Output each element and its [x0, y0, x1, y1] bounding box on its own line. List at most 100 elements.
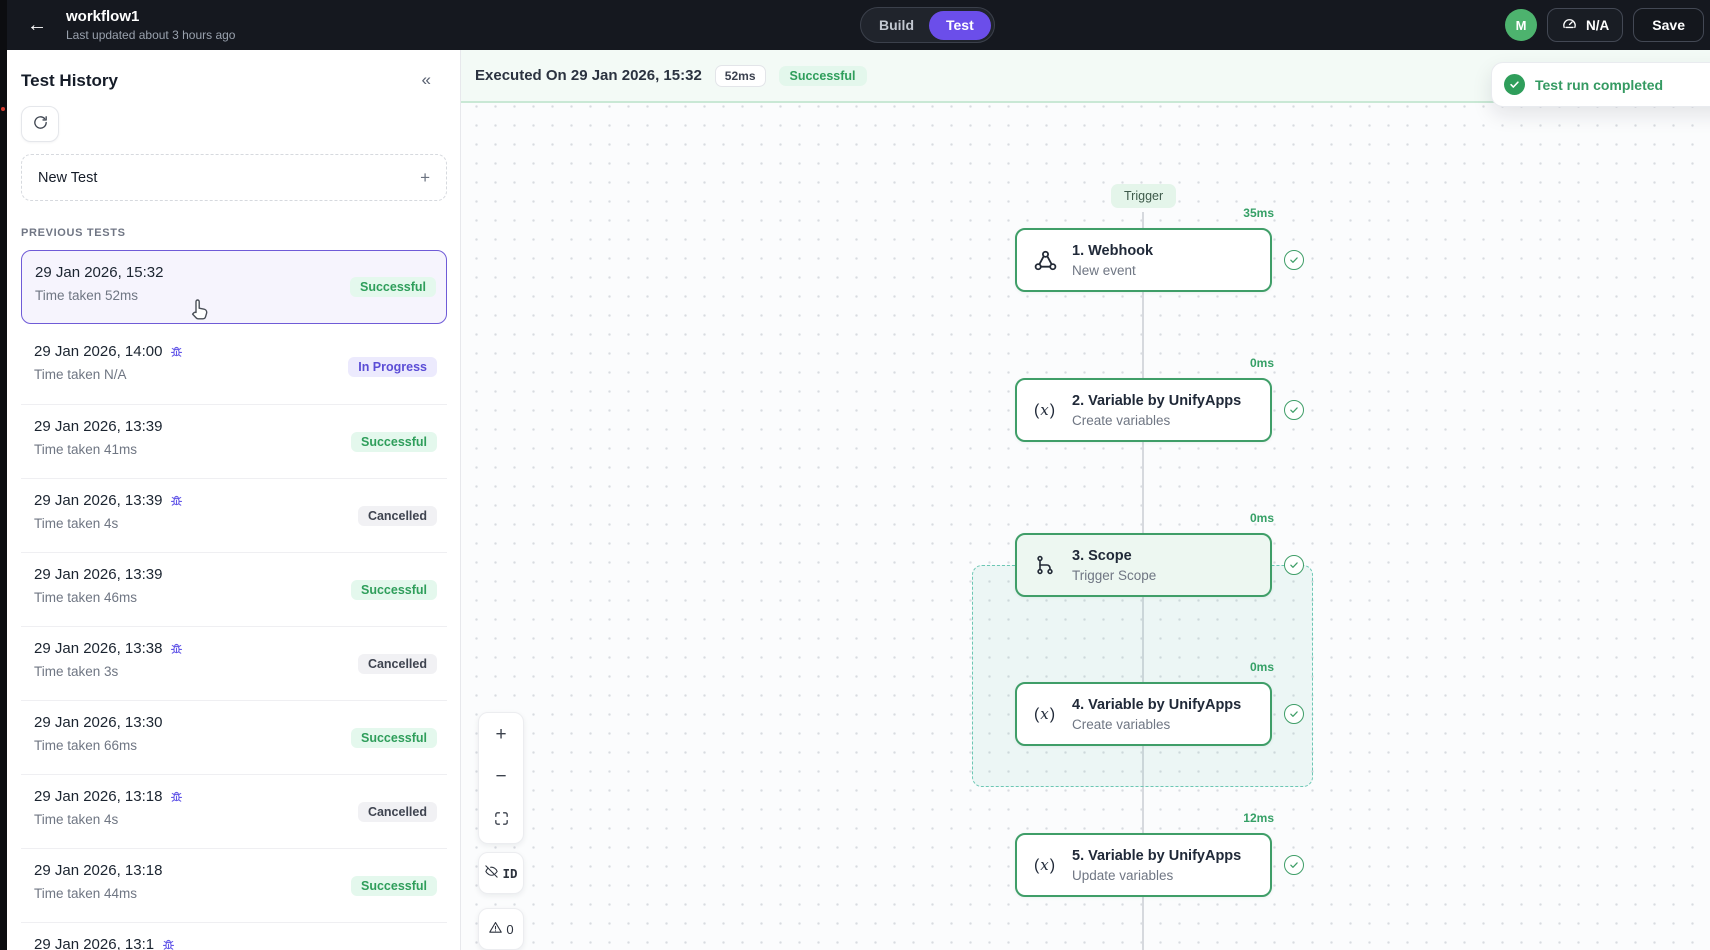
test-history-item[interactable]: 29 Jan 2026, 13:39 Time taken 41ms Succe… — [21, 404, 447, 478]
last-updated-text: Last updated about 3 hours ago — [66, 28, 236, 42]
variable-icon: (x) — [1033, 400, 1057, 419]
test-history-item[interactable]: 29 Jan 2026, 13:39 Time taken 46ms Succe… — [21, 552, 447, 626]
node-icon: (x) — [1030, 856, 1060, 875]
toast-label: Test run completed — [1535, 76, 1664, 93]
node-icon: (x) — [1030, 705, 1060, 724]
collapse-panel-button[interactable]: « — [422, 71, 447, 88]
node-duration: 35ms — [1243, 206, 1274, 220]
workflow-canvas[interactable]: Trigger 35ms 1. Webhook New event 0ms (x… — [461, 50, 1710, 950]
new-test-button[interactable]: New Test + — [21, 154, 447, 201]
node-title: 3. Scope — [1072, 547, 1132, 564]
node-success-check-icon — [1284, 555, 1304, 575]
build-test-toggle: Build Test — [860, 7, 995, 43]
node-subtitle: Create variables — [1072, 716, 1171, 732]
bug-icon — [169, 789, 184, 804]
scope-icon — [1037, 555, 1053, 575]
workflow-title: workflow1 — [66, 8, 140, 25]
check-circle-icon — [1504, 74, 1525, 95]
node-subtitle: Create variables — [1072, 412, 1171, 428]
test-history-item[interactable]: 29 Jan 2026, 13:18 Time taken 44ms Succe… — [21, 848, 447, 922]
test-history-item[interactable]: 29 Jan 2026, 13:30 Time taken 66ms Succe… — [21, 700, 447, 774]
node-card[interactable]: (x) 4. Variable by UnifyApps Create vari… — [1015, 682, 1272, 746]
node-duration: 0ms — [1249, 660, 1274, 674]
new-test-label: New Test — [38, 169, 98, 186]
status-badge: Successful — [350, 727, 437, 748]
node-card[interactable]: 1. Webhook New event — [1015, 228, 1272, 292]
node-icon: (x) — [1030, 401, 1060, 420]
node-subtitle: Update variables — [1072, 867, 1174, 883]
test-history-item[interactable]: 29 Jan 2026, 14:00 Time taken N/A In Pro… — [21, 330, 447, 404]
status-badge: Cancelled — [357, 653, 437, 674]
tab-test[interactable]: Test — [929, 10, 991, 40]
workflow-node: 0ms (x) 2. Variable by UnifyApps Create … — [1015, 356, 1315, 444]
workflow-node: 35ms 1. Webhook New event — [1015, 206, 1315, 294]
zoom-controls: + − — [478, 712, 524, 844]
bug-icon — [161, 937, 176, 950]
test-history-item[interactable]: 29 Jan 2026, 13:1 — [21, 922, 447, 950]
topbar: ← workflow1 Last updated about 3 hours a… — [0, 0, 1710, 50]
test-history-item[interactable]: 29 Jan 2026, 15:32 Time taken 52ms Succe… — [21, 250, 447, 324]
status-badge: Successful — [350, 579, 437, 600]
eye-off-icon — [484, 864, 499, 882]
node-success-check-icon — [1284, 400, 1304, 420]
zoom-in-button[interactable]: + — [495, 725, 506, 744]
node-title: 2. Variable by UnifyApps — [1072, 392, 1242, 409]
toast-notification: Test run completed — [1491, 62, 1710, 107]
bug-icon — [169, 344, 184, 359]
status-badge: Successful — [350, 875, 437, 896]
test-history-panel: Test History « New Test + PREVIOUS TESTS… — [7, 50, 461, 950]
node-duration: 0ms — [1249, 511, 1274, 525]
node-card[interactable]: (x) 2. Variable by UnifyApps Create vari… — [1015, 378, 1272, 442]
node-success-check-icon — [1284, 855, 1304, 875]
node-success-check-icon — [1284, 704, 1304, 724]
test-history-item[interactable]: 29 Jan 2026, 13:38 Time taken 3s Cancell… — [21, 626, 447, 700]
fit-view-button[interactable] — [493, 810, 510, 831]
node-duration: 12ms — [1243, 811, 1274, 825]
previous-tests-label: PREVIOUS TESTS — [21, 227, 126, 239]
warnings-button[interactable]: 0 — [478, 908, 524, 950]
workflow-titles: workflow1 Last updated about 3 hours ago — [66, 8, 235, 42]
execution-status-badge: Successful — [778, 65, 867, 86]
node-icon — [1030, 553, 1060, 577]
back-button[interactable]: ← — [27, 15, 47, 35]
toggle-id-button[interactable]: ID — [478, 852, 524, 894]
refresh-icon — [32, 114, 49, 134]
status-badge: Cancelled — [357, 801, 437, 822]
window-edge — [0, 0, 7, 950]
test-history-item[interactable]: 29 Jan 2026, 13:39 Time taken 4s Cancell… — [21, 478, 447, 552]
tab-build[interactable]: Build — [864, 17, 929, 33]
node-title: 5. Variable by UnifyApps — [1072, 847, 1242, 864]
save-button[interactable]: Save — [1633, 8, 1704, 42]
refresh-button[interactable] — [21, 106, 59, 142]
zoom-out-button[interactable]: − — [495, 767, 506, 786]
avatar[interactable]: M — [1505, 9, 1538, 41]
status-badge: Successful — [350, 431, 437, 452]
status-badge: Cancelled — [357, 505, 437, 526]
test-list: 29 Jan 2026, 15:32 Time taken 52ms Succe… — [21, 250, 447, 950]
plus-icon: + — [420, 167, 430, 187]
panel-title: Test History — [21, 71, 118, 90]
variable-icon: (x) — [1033, 704, 1057, 723]
node-title: 4. Variable by UnifyApps — [1072, 696, 1242, 713]
node-card[interactable]: 3. Scope Trigger Scope — [1015, 533, 1272, 597]
node-card[interactable]: (x) 5. Variable by UnifyApps Update vari… — [1015, 833, 1272, 897]
test-history-item[interactable]: 29 Jan 2026, 13:18 Time taken 4s Cancell… — [21, 774, 447, 848]
node-icon — [1030, 247, 1060, 274]
chevrons-left-icon: « — [421, 70, 431, 89]
node-success-check-icon — [1284, 250, 1304, 270]
workflow-node: 0ms 3. Scope Trigger Scope — [1015, 511, 1315, 599]
executed-on-label: Executed On 29 Jan 2026, 15:32 — [475, 67, 702, 84]
node-title: 1. Webhook — [1072, 242, 1154, 259]
gauge-icon — [1561, 15, 1578, 35]
workflow-node: 12ms (x) 5. Variable by UnifyApps Update… — [1015, 811, 1315, 899]
usage-button[interactable]: N/A — [1547, 8, 1624, 42]
status-badge: In Progress — [348, 357, 437, 377]
arrow-left-icon: ← — [27, 14, 47, 36]
node-subtitle: Trigger Scope — [1072, 567, 1157, 583]
workflow-node: 0ms (x) 4. Variable by UnifyApps Create … — [1015, 660, 1315, 748]
fullscreen-icon — [493, 810, 510, 831]
topbar-right: M N/A Save — [1505, 8, 1710, 42]
bug-icon — [169, 641, 184, 656]
recording-dot — [1, 107, 5, 111]
warning-triangle-icon — [488, 920, 503, 938]
